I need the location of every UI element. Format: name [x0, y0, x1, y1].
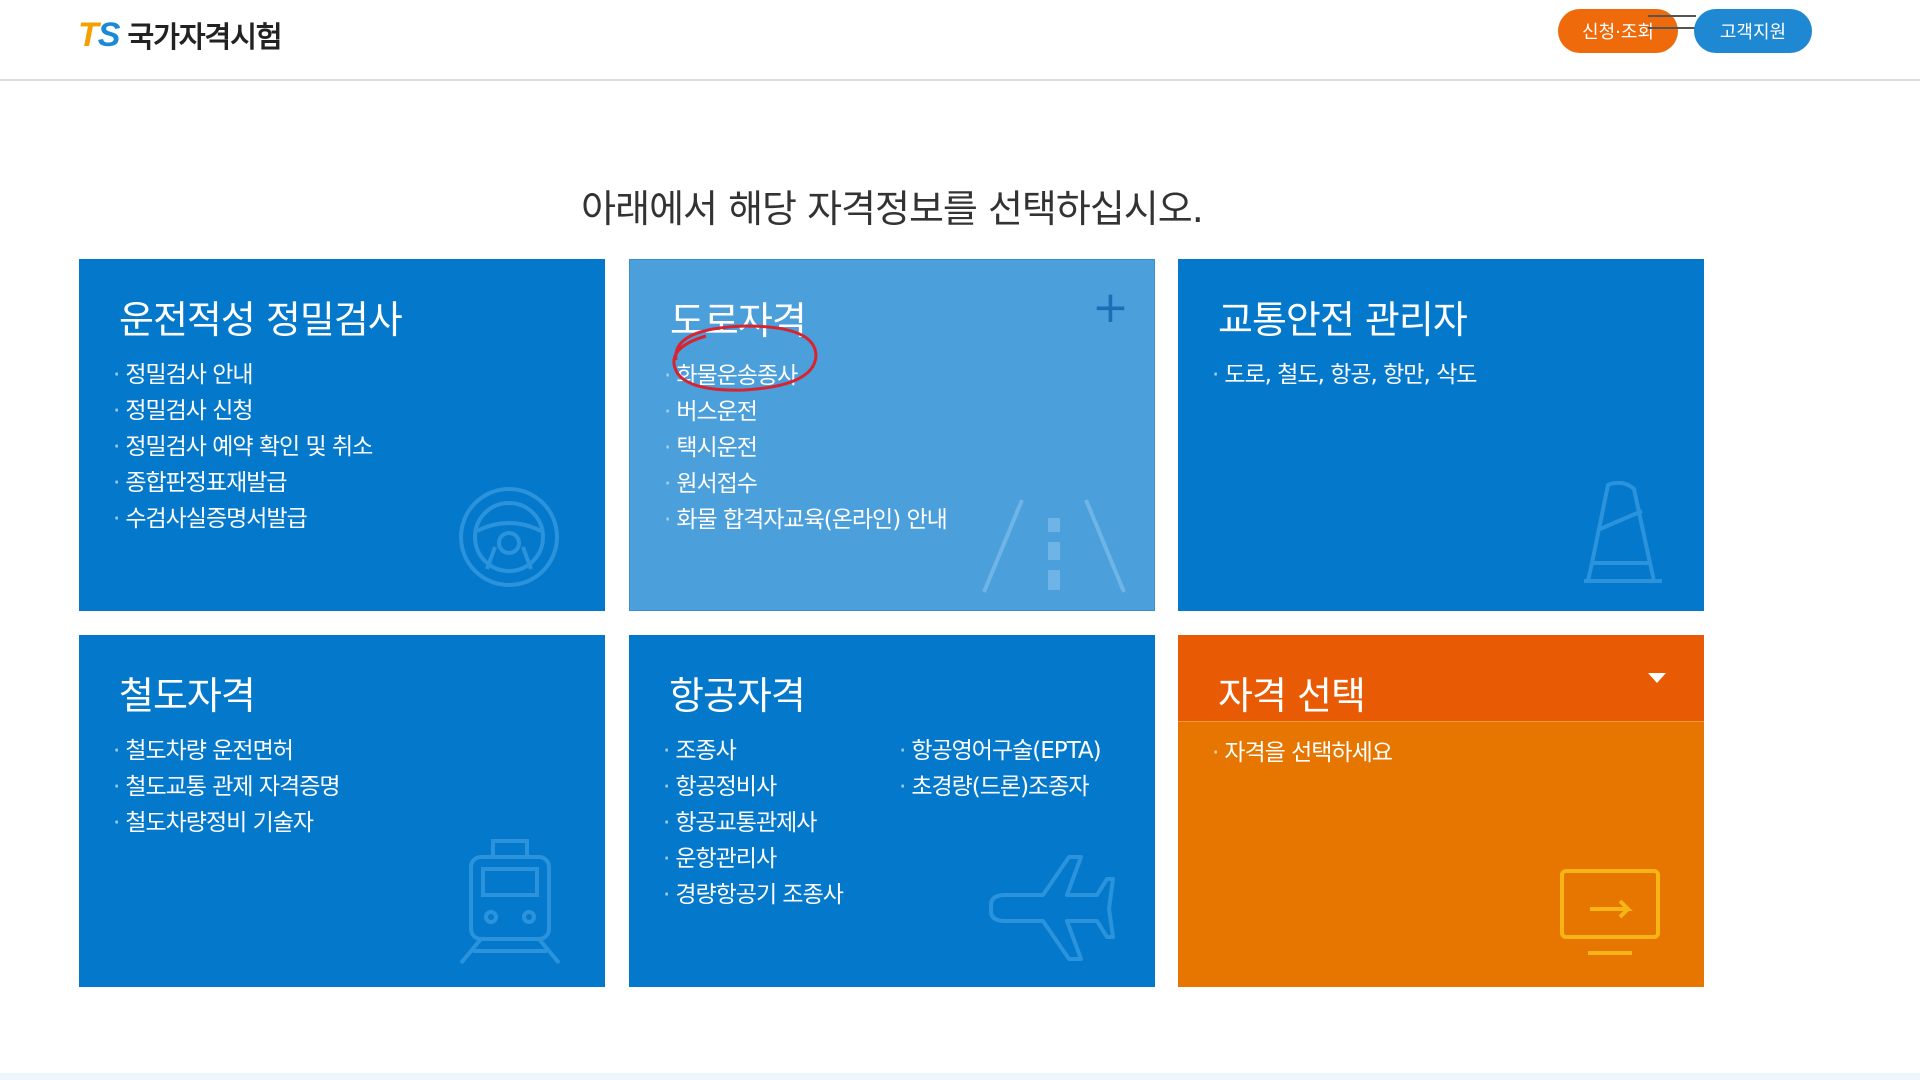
- link-pilot[interactable]: 조종사: [663, 733, 843, 769]
- road-icon: [982, 499, 1126, 593]
- link-report-reissue[interactable]: 종합판정표재발급: [113, 465, 372, 501]
- link-air-traffic-controller[interactable]: 항공교통관제사: [663, 805, 843, 841]
- card-railway-qualification[interactable]: 철도자격 철도차량 운전면허 철도교통 관제 자격증명 철도차량정비 기술자: [79, 635, 605, 987]
- steering-wheel-icon: [459, 487, 559, 587]
- card-link-list: 조종사 항공정비사 항공교통관제사 운항관리사 경량항공기 조종사: [663, 733, 844, 913]
- link-bus-driving[interactable]: 버스운전: [664, 394, 947, 430]
- card-qualification-select[interactable]: 자격 선택 자격을 선택하세요: [1178, 635, 1704, 987]
- card-aviation-qualification[interactable]: 항공자격 조종사 항공정비사 항공교통관제사 운항관리사 경량항공기 조종사 항…: [629, 635, 1155, 987]
- plus-icon[interactable]: +: [1092, 282, 1129, 333]
- ts-logo-mark: TS: [78, 15, 120, 54]
- train-icon: [459, 839, 561, 965]
- link-aptitude-apply[interactable]: 정밀검사 신청: [113, 393, 372, 429]
- card-link-list: 도로, 철도, 항공, 항만, 삭도: [1212, 357, 1477, 393]
- card-title: 운전적성 정밀검사: [119, 298, 403, 342]
- site-logo[interactable]: TS 국가자격시험: [78, 14, 283, 56]
- link-drone-pilot[interactable]: 초경량(드론)조종자: [899, 769, 1101, 805]
- card-link-list: 철도차량 운전면허 철도교통 관제 자격증명 철도차량정비 기술자: [113, 733, 340, 841]
- link-railway-control[interactable]: 철도교통 관제 자격증명: [113, 769, 340, 805]
- card-link-list-secondary: 항공영어구술(EPTA) 초경량(드론)조종자: [899, 733, 1101, 805]
- link-aptitude-reservation[interactable]: 정밀검사 예약 확인 및 취소: [113, 429, 373, 465]
- customer-support-button[interactable]: 고객지원: [1694, 9, 1812, 53]
- link-cargo-online-education[interactable]: 화물 합격자교육(온라인) 안내: [664, 502, 947, 538]
- card-title: 자격 선택: [1218, 674, 1366, 718]
- select-placeholder[interactable]: 자격을 선택하세요: [1212, 735, 1393, 771]
- card-title: 항공자격: [669, 674, 806, 718]
- airplane-icon: [989, 855, 1115, 961]
- link-safety-categories[interactable]: 도로, 철도, 항공, 항만, 삭도: [1212, 357, 1477, 393]
- traffic-cone-icon: [1584, 481, 1662, 583]
- card-road-qualification[interactable]: 도로자격 + 화물운송종사 버스운전 택시운전 원서접수 화물 합격자교육(온라…: [629, 259, 1155, 611]
- link-light-aircraft-pilot[interactable]: 경량항공기 조종사: [663, 877, 844, 913]
- card-title: 교통안전 관리자: [1218, 298, 1468, 342]
- monitor-icon: [1560, 869, 1660, 955]
- link-dispatcher[interactable]: 운항관리사: [663, 841, 843, 877]
- page-title: 아래에서 해당 자격정보를 선택하십시오.: [581, 187, 1204, 231]
- card-title: 철도자격: [119, 674, 256, 718]
- link-railway-maintenance[interactable]: 철도차량정비 기술자: [113, 805, 340, 841]
- link-exam-certificate[interactable]: 수검사실증명서발급: [113, 501, 372, 537]
- link-aircraft-mechanic[interactable]: 항공정비사: [663, 769, 843, 805]
- card-safety-manager[interactable]: 교통안전 관리자 도로, 철도, 항공, 항만, 삭도: [1178, 259, 1704, 611]
- card-link-list: 자격을 선택하세요: [1212, 735, 1393, 771]
- footer-strip: [0, 1073, 1920, 1080]
- card-driving-aptitude[interactable]: 운전적성 정밀검사 정밀검사 안내 정밀검사 신청 정밀검사 예약 확인 및 취…: [79, 259, 605, 611]
- link-aptitude-guide[interactable]: 정밀검사 안내: [113, 357, 372, 393]
- menu-icon[interactable]: [1648, 15, 1696, 45]
- site-header: TS 국가자격시험 신청·조회 고객지원: [0, 0, 1920, 81]
- annotation-circle: [672, 324, 818, 392]
- link-epta[interactable]: 항공영어구술(EPTA): [899, 733, 1101, 769]
- card-link-list: 정밀검사 안내 정밀검사 신청 정밀검사 예약 확인 및 취소 종합판정표재발급…: [113, 357, 373, 537]
- link-application[interactable]: 원서접수: [664, 466, 947, 502]
- link-taxi-driving[interactable]: 택시운전: [664, 430, 947, 466]
- link-railway-license[interactable]: 철도차량 운전면허: [113, 733, 340, 769]
- chevron-down-icon[interactable]: [1648, 673, 1666, 683]
- site-name: 국가자격시험: [127, 20, 282, 54]
